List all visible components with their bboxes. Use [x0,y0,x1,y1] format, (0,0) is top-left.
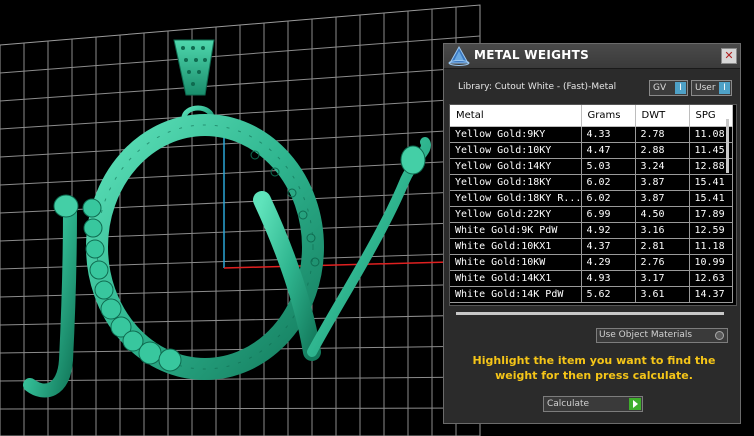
dwt-cell: 3.24 [635,158,690,175]
table-row[interactable]: White Gold:10KW 4.29 2.76 10.99 [450,254,733,271]
dwt-cell: 3.87 [635,190,690,207]
table-row[interactable]: Yellow Gold:14KY 5.03 3.24 12.88 [450,158,733,175]
dwt-cell: 3.16 [635,222,690,239]
grams-cell: 5.03 [581,158,636,175]
grams-cell: 6.02 [581,174,636,191]
table-header-row: Metal Grams DWT SPG [450,105,733,127]
dwt-cell: 2.88 [635,142,690,159]
table-row[interactable]: White Gold:14K PdW 5.62 3.61 14.37 [450,286,733,303]
calculate-button[interactable]: Calculate [543,396,643,412]
metal-table[interactable]: Metal Grams DWT SPG Yellow Gold:9KY 4.33 2… [449,104,737,306]
dwt-cell: 4.50 [635,206,690,223]
metal-weights-panel: METAL WEIGHTS ✕ Library: Cutout White - … [443,43,741,424]
table-vertical-scrollbar[interactable] [726,119,729,173]
panel-titlebar[interactable]: METAL WEIGHTS ✕ [444,44,740,69]
dwt-cell: 2.78 [635,126,690,143]
table-row[interactable]: Yellow Gold:10KY 4.47 2.88 11.45 [450,142,733,159]
table-horizontal-scrollbar[interactable] [456,312,724,315]
instructions-text: Highlight the item you want to find the … [472,354,716,382]
metal-cell: White Gold:10KX1 [450,238,582,255]
metal-cell: Yellow Gold:9KY [450,126,582,143]
dwt-cell: 3.61 [635,286,690,303]
gv-toggle[interactable]: GV I [649,80,688,96]
metal-cell: Yellow Gold:18KY [450,174,582,191]
close-button[interactable]: ✕ [721,48,737,64]
library-label: Library: Cutout White - (Fast)-Metal [458,82,617,92]
app-logo-icon [448,45,470,66]
column-header-dwt[interactable]: DWT [635,105,690,127]
grams-cell: 6.02 [581,190,636,207]
table-row[interactable]: White Gold:10KX1 4.37 2.81 11.18 [450,238,733,255]
use-object-materials-label: Use Object Materials [599,330,693,340]
gv-toggle-label: GV [653,83,667,93]
gv-toggle-indicator-icon: I [675,82,686,94]
user-toggle[interactable]: User I [691,80,732,96]
metal-cell: White Gold:9K PdW [450,222,582,239]
radio-icon[interactable] [715,331,724,340]
metal-cell: White Gold:14KX1 [450,270,582,287]
table-row[interactable]: Yellow Gold:22KY 6.99 4.50 17.89 [450,206,733,223]
grams-cell: 4.47 [581,142,636,159]
calculate-label: Calculate [547,399,590,409]
dwt-cell: 2.81 [635,238,690,255]
metal-cell: White Gold:10KW [450,254,582,271]
spg-cell: 10.99 [689,254,733,271]
grams-cell: 4.92 [581,222,636,239]
column-header-grams[interactable]: Grams [581,105,636,127]
grams-cell: 4.93 [581,270,636,287]
grams-cell: 4.37 [581,238,636,255]
grams-cell: 4.33 [581,126,636,143]
table-row[interactable]: White Gold:9K PdW 4.92 3.16 12.59 [450,222,733,239]
table-row[interactable]: Yellow Gold:9KY 4.33 2.78 11.08 [450,126,733,143]
dwt-cell: 3.17 [635,270,690,287]
table-row[interactable]: Yellow Gold:18KY R... 6.02 3.87 15.41 [450,190,733,207]
metal-cell: Yellow Gold:14KY [450,158,582,175]
spg-cell: 12.63 [689,270,733,287]
column-header-metal[interactable]: Metal [450,105,582,127]
dwt-cell: 2.76 [635,254,690,271]
metal-cell: Yellow Gold:18KY R... [450,190,582,207]
metal-cell: White Gold:14K PdW [450,286,582,303]
use-object-materials-option[interactable]: Use Object Materials [596,328,728,343]
panel-title: METAL WEIGHTS [474,48,590,62]
user-toggle-indicator-icon: I [719,82,730,94]
spg-cell: 15.41 [689,174,733,191]
table-row[interactable]: White Gold:14KX1 4.93 3.17 12.63 [450,270,733,287]
metal-cell: Yellow Gold:22KY [450,206,582,223]
play-arrow-icon [629,398,641,410]
spg-cell: 17.89 [689,206,733,223]
dwt-cell: 3.87 [635,174,690,191]
grams-cell: 4.29 [581,254,636,271]
metal-cell: Yellow Gold:10KY [450,142,582,159]
spg-cell: 12.59 [689,222,733,239]
spg-cell: 11.18 [689,238,733,255]
user-toggle-label: User [695,83,716,93]
grams-cell: 6.99 [581,206,636,223]
spg-cell: 14.37 [689,286,733,303]
table-row[interactable]: Yellow Gold:18KY 6.02 3.87 15.41 [450,174,733,191]
grams-cell: 5.62 [581,286,636,303]
spg-cell: 15.41 [689,190,733,207]
